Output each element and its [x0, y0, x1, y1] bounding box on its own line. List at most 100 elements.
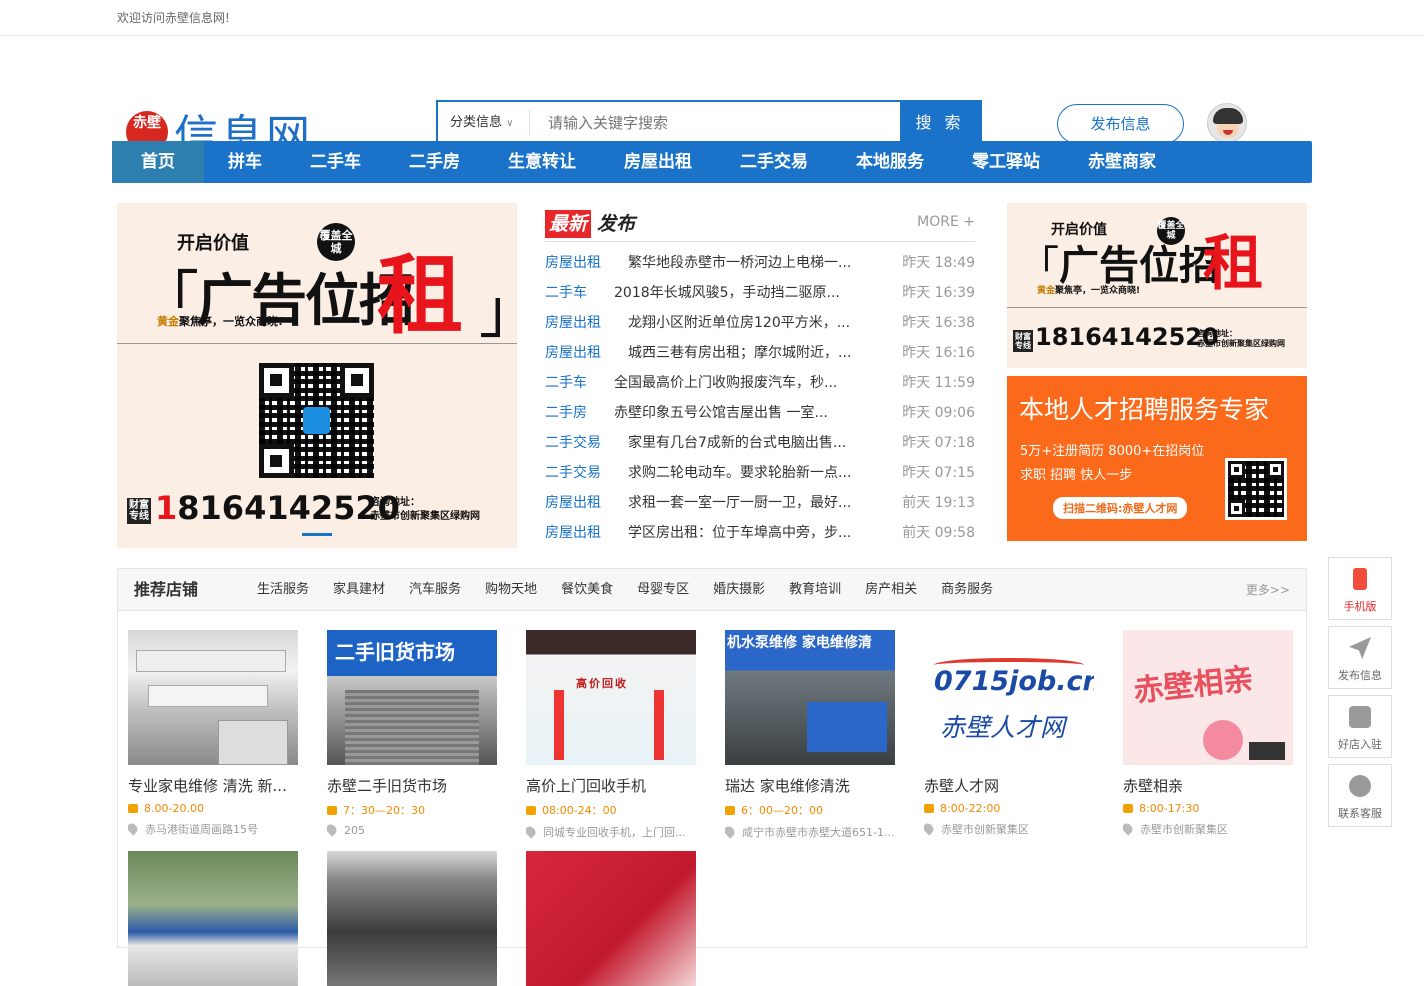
customer-service-button[interactable]: 联系客服 [1328, 764, 1392, 827]
tab-life-service[interactable]: 生活服务 [257, 569, 309, 611]
recruit-line1: 5万+注册简历 8000+在招岗位 [1020, 444, 1205, 459]
location-pin-icon [128, 821, 140, 836]
tab-furniture[interactable]: 家具建材 [333, 569, 385, 611]
shops-header: 推荐店铺 生活服务 家具建材 汽车服务 购物天地 餐饮美食 母婴专区 婚庆摄影 … [118, 569, 1306, 611]
tab-shopping[interactable]: 购物天地 [485, 569, 537, 611]
clock-icon [128, 804, 138, 813]
shop-image[interactable]: 赤壁相亲 [1123, 630, 1293, 765]
wechat-icon [1349, 775, 1371, 797]
shop-image[interactable]: 二手旧货市场 [327, 630, 497, 765]
nav-item-second-hand[interactable]: 二手交易 [716, 141, 832, 183]
tab-wedding[interactable]: 婚庆摄影 [713, 569, 765, 611]
list-item[interactable]: 房屋出租 学区房出租：位于车埠高中旁，步... 前天 09:58 [545, 518, 975, 548]
shop-card[interactable] [526, 851, 696, 986]
shop-card[interactable]: 赤壁相亲 赤壁相亲 8:00-17:30 赤壁市创新聚集区 [1123, 630, 1293, 837]
list-item[interactable]: 二手车 2018年长城风骏5，手动挡二驱原... 昨天 16:39 [545, 278, 975, 308]
shop-name[interactable]: 高价上门回收手机 [526, 775, 696, 796]
ad-banner-left[interactable]: 开启价值 覆盖全城 「广告位招 租 」 黄金聚焦亭，一览众商晓! 财富专线 18… [117, 203, 539, 548]
location-pin-icon [725, 824, 737, 839]
nav-item-odd-jobs[interactable]: 零工驿站 [948, 141, 1064, 183]
list-item[interactable]: 二手车 全国最高价上门收购报废汽车，秒... 昨天 11:59 [545, 368, 975, 398]
nav-item-used-car[interactable]: 二手车 [286, 141, 385, 183]
list-item[interactable]: 房屋出租 繁华地段赤壁市一桥河边上电梯一... 昨天 18:49 [545, 248, 975, 278]
tab-baby[interactable]: 母婴专区 [637, 569, 689, 611]
search-category-select[interactable]: 分类信息 ∨ [438, 110, 530, 136]
shop-card[interactable] [327, 851, 497, 986]
latest-news: 最新 发布 MORE + 房屋出租 繁华地段赤壁市一桥河边上电梯一... 昨天 18… [545, 208, 975, 548]
tab-business[interactable]: 商务服务 [941, 569, 993, 611]
clock-icon [327, 806, 337, 815]
floating-sidebar: 手机版 发布信息 好店入驻 联系客服 [1328, 557, 1392, 833]
shop-card[interactable]: 高价回收 高价上门回收手机 08:00-24：00 同城专业回收手机，上门回..… [526, 630, 696, 840]
tab-education[interactable]: 教育培训 [789, 569, 841, 611]
nav-item-business-transfer[interactable]: 生意转让 [484, 141, 600, 183]
tab-food[interactable]: 餐饮美食 [561, 569, 613, 611]
list-item[interactable]: 房屋出租 求租一套一室一厅一厨一卫，最好... 前天 19:13 [545, 488, 975, 518]
nav-item-merchants[interactable]: 赤壁商家 [1064, 141, 1180, 183]
ad-hotline-tag: 财富专线 [127, 498, 151, 524]
list-item[interactable]: 房屋出租 城西三巷有房出租；摩尔城附近，... 昨天 16:16 [545, 338, 975, 368]
list-item[interactable]: 二手交易 家里有几台7成新的台式电脑出售... 昨天 07:18 [545, 428, 975, 458]
ad-address: 咨询地址： 赤壁市创新聚集区绿购网 [370, 497, 480, 522]
shop-name[interactable]: 赤壁人才网 [924, 775, 1094, 796]
nav-item-home[interactable]: 首页 [112, 141, 204, 183]
list-item[interactable]: 房屋出租 龙翔小区附近单位房120平方米，... 昨天 16:38 [545, 308, 975, 338]
nav-item-rental[interactable]: 房屋出租 [600, 141, 716, 183]
nav-item-carpool[interactable]: 拼车 [204, 141, 286, 183]
shop-address: 咸宁市赤壁市赤壁大道651-1... [725, 824, 895, 840]
shop-image[interactable]: 0715job.cn 赤壁人才网 [924, 630, 1094, 765]
shop-name[interactable]: 赤壁相亲 [1123, 775, 1293, 796]
carousel-indicator[interactable] [302, 533, 332, 536]
list-item[interactable]: 二手交易 求购二轮电动车。要求轮胎新一点... 昨天 07:15 [545, 458, 975, 488]
nav-item-local-service[interactable]: 本地服务 [832, 141, 948, 183]
shop-address: 同城专业回收手机，上门回... [526, 824, 696, 840]
header: 赤壁 信息网 分类信息 ∨ 搜 索 发布信息 [0, 36, 1424, 162]
main-nav: 首页 拼车 二手车 二手房 生意转让 房屋出租 二手交易 本地服务 零工驿站 赤… [112, 141, 1312, 183]
ad-big-char: 租 [377, 246, 463, 346]
ad-banner-right-top[interactable]: 开启价值 覆盖全城 「广告位招 租 黄金聚焦亭，一览众商晓! 财富专线 1816… [1007, 203, 1307, 368]
shop-card[interactable]: 专业家电维修 清洗 新... 8.00-20.00 赤马港街道周画路15号 [128, 630, 298, 837]
shop-name[interactable]: 赤壁二手旧货市场 [327, 775, 497, 796]
recommended-shops: 推荐店铺 生活服务 家具建材 汽车服务 购物天地 餐饮美食 母婴专区 婚庆摄影 … [117, 568, 1307, 986]
list-item[interactable]: 二手房 赤壁印象五号公馆吉屋出售 一室... 昨天 09:06 [545, 398, 975, 428]
shop-image[interactable] [526, 851, 696, 986]
shop-address: 赤马港街道周画路15号 [128, 821, 298, 837]
shop-card[interactable] [128, 851, 298, 986]
avatar[interactable] [1207, 103, 1247, 143]
chevron-down-icon: ∨ [506, 118, 514, 129]
shops-tabs: 生活服务 家具建材 汽车服务 购物天地 餐饮美食 母婴专区 婚庆摄影 教育培训 … [257, 569, 1017, 611]
location-pin-icon [526, 824, 538, 839]
ad-banner-recruit[interactable]: 本地人才招聘服务专家 5万+注册简历 8000+在招岗位 求职 招聘 快人一步 … [1007, 376, 1307, 541]
location-pin-icon [327, 824, 339, 837]
search-button[interactable]: 搜 索 [900, 102, 980, 144]
shop-name[interactable]: 瑞达 家电维修清洗 [725, 775, 895, 796]
shop-join-button[interactable]: 好店入驻 [1328, 695, 1392, 758]
publish-button[interactable]: 发布信息 [1057, 104, 1184, 144]
shop-image[interactable]: 高价回收 [526, 630, 696, 765]
recruit-cta: 扫描二维码:赤壁人才网 [1053, 497, 1188, 519]
search-category-label: 分类信息 [450, 115, 503, 130]
shop-image[interactable] [327, 851, 497, 986]
shop-image[interactable] [128, 851, 298, 986]
shop-card[interactable]: 二手旧货市场 赤壁二手旧货市场 7：30—20：30 205 [327, 630, 497, 837]
search-input[interactable] [530, 102, 900, 144]
shop-hours: 8:00-22:00 [924, 802, 1094, 815]
nav-item-used-house[interactable]: 二手房 [385, 141, 484, 183]
shop-card[interactable]: 机水泵维修 家电维修清 瑞达 家电维修清洗 6：00—20：00 咸宁市赤壁市赤… [725, 630, 895, 840]
mobile-version-button[interactable]: 手机版 [1328, 557, 1392, 620]
shop-image[interactable] [128, 630, 298, 765]
ad-bracket: 」 [479, 277, 539, 347]
tab-auto[interactable]: 汽车服务 [409, 569, 461, 611]
ad-phone: 18164142520 [155, 489, 400, 527]
shop-card[interactable]: 0715job.cn 赤壁人才网 赤壁人才网 8:00-22:00 赤壁市创新聚… [924, 630, 1094, 837]
qr-code-icon [1228, 461, 1284, 517]
news-more-link[interactable]: MORE + [917, 214, 975, 230]
tab-property[interactable]: 房产相关 [865, 569, 917, 611]
shop-address: 205 [327, 824, 497, 837]
shop-name[interactable]: 专业家电维修 清洗 新... [128, 775, 298, 796]
shop-image[interactable]: 机水泵维修 家电维修清 [725, 630, 895, 765]
shops-more-link[interactable]: 更多>> [1246, 569, 1290, 611]
ad-slogan: 黄金聚焦亭，一览众商晓! [157, 315, 284, 328]
recruit-line2: 求职 招聘 快人一步 [1020, 468, 1133, 483]
sidebar-publish-button[interactable]: 发布信息 [1328, 626, 1392, 689]
